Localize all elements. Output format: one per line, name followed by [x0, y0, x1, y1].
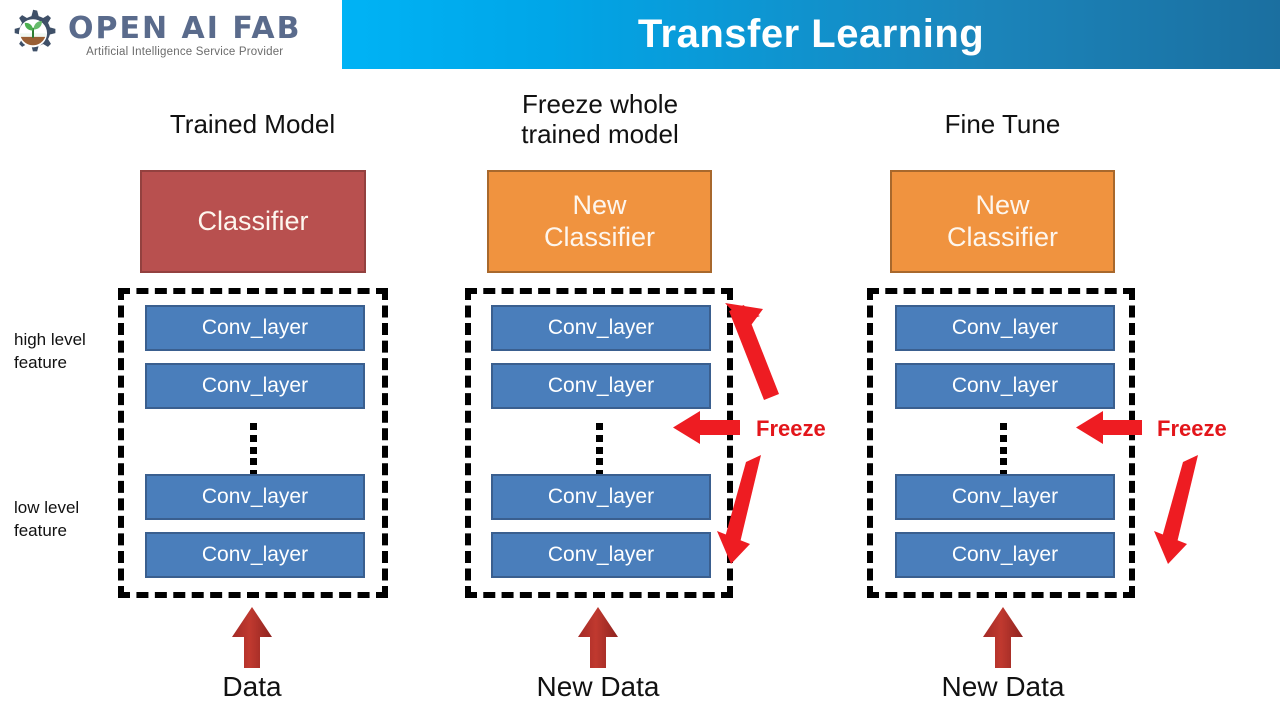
data-up-arrow-trained-model: [232, 607, 272, 668]
conv-layer-box[interactable]: Conv_layer: [145, 532, 365, 578]
ellipsis-vertical-icon: [999, 423, 1007, 477]
conv-layer-label: Conv_layer: [547, 374, 655, 397]
classifier-box-fine-tune[interactable]: New Classifier: [890, 170, 1115, 273]
conv-layer-box[interactable]: Conv_layer: [145, 474, 365, 520]
data-label-trained-model: Data: [222, 671, 282, 702]
classifier-label-line: Classifier: [946, 221, 1059, 252]
slide-header: OPEN AI FAB Artificial Intelligence Serv…: [0, 0, 1280, 69]
column-heading-trained-model: Trained Model: [130, 109, 375, 139]
conv-layer-box[interactable]: Conv_layer: [895, 305, 1115, 351]
classifier-label-line: New: [572, 190, 627, 221]
conv-layer-box[interactable]: Conv_layer: [895, 363, 1115, 409]
classifier-label-line: New: [975, 190, 1030, 221]
classifier-box-freeze-whole[interactable]: New Classifier: [487, 170, 712, 273]
classifier-label-line: Classifier: [543, 221, 656, 252]
brand-text: OPEN AI FAB Artificial Intelligence Serv…: [68, 13, 302, 58]
conv-layer-label: Conv_layer: [201, 543, 309, 566]
column-heading-fine-tune: Fine Tune: [880, 109, 1125, 139]
conv-layer-box[interactable]: Conv_layer: [491, 363, 711, 409]
feature-label-high-level: high level feature: [14, 329, 86, 375]
brand-wordmark: OPEN AI FAB: [68, 11, 302, 47]
classifier-label: Classifier: [197, 205, 309, 236]
conv-layer-label: Conv_layer: [201, 485, 309, 508]
slide-canvas: OPEN AI FAB Artificial Intelligence Serv…: [0, 0, 1280, 720]
page-title: Transfer Learning: [637, 12, 985, 56]
feature-label-line: feature: [14, 520, 67, 540]
conv-layer-label: Conv_layer: [951, 485, 1059, 508]
feature-label-line: low level: [14, 498, 80, 517]
data-label-freeze-whole: New Data: [536, 671, 660, 702]
conv-layer-label: Conv_layer: [547, 543, 655, 566]
feature-label-line: feature: [14, 352, 67, 372]
conv-layer-label: Conv_layer: [547, 485, 655, 508]
data-label-fine-tune: New Data: [941, 671, 1065, 702]
gear-sprout-logo-icon: [14, 9, 56, 51]
conv-layer-label: Conv_layer: [547, 316, 655, 339]
conv-layer-label: Conv_layer: [951, 316, 1059, 339]
conv-layer-box[interactable]: Conv_layer: [491, 532, 711, 578]
classifier-label: New Classifier: [544, 190, 655, 252]
column-heading-freeze-whole: Freeze whole trained model: [470, 89, 730, 149]
classifier-box-trained-model[interactable]: Classifier: [140, 170, 366, 273]
data-up-arrow-freeze-whole: [578, 607, 618, 668]
conv-layer-label: Conv_layer: [951, 374, 1059, 397]
heading-line: Freeze whole: [521, 89, 679, 119]
ellipsis-vertical-icon: [595, 423, 603, 477]
feature-label-low-level: low level feature: [14, 497, 79, 543]
feature-label-line: high level: [14, 330, 86, 349]
slide-title-banner: Transfer Learning: [342, 0, 1280, 69]
conv-layer-label: Conv_layer: [201, 316, 309, 339]
ellipsis-vertical-icon: [249, 423, 257, 477]
conv-layer-label: Conv_layer: [201, 374, 309, 397]
freeze-label-fine-tune: Freeze: [1157, 416, 1227, 441]
data-up-arrow-fine-tune: [983, 607, 1023, 668]
heading-line: Trained Model: [169, 109, 336, 139]
conv-layer-box[interactable]: Conv_layer: [491, 474, 711, 520]
brand-tagline: Artificial Intelligence Service Provider: [86, 45, 284, 58]
conv-layer-box[interactable]: Conv_layer: [895, 474, 1115, 520]
conv-layer-box[interactable]: Conv_layer: [491, 305, 711, 351]
freeze-arrow-down-right-fine-tune: [1154, 455, 1198, 564]
classifier-label: New Classifier: [947, 190, 1058, 252]
conv-layer-box[interactable]: Conv_layer: [145, 363, 365, 409]
conv-layer-box[interactable]: Conv_layer: [145, 305, 365, 351]
conv-layer-label: Conv_layer: [951, 543, 1059, 566]
heading-line: trained model: [521, 119, 679, 150]
freeze-arrow-up-left-freeze-whole: [725, 303, 779, 400]
brand-logo: OPEN AI FAB Artificial Intelligence Serv…: [0, 0, 342, 69]
heading-line: Fine Tune: [944, 109, 1061, 139]
freeze-label-freeze-whole: Freeze: [756, 416, 826, 441]
conv-layer-box[interactable]: Conv_layer: [895, 532, 1115, 578]
